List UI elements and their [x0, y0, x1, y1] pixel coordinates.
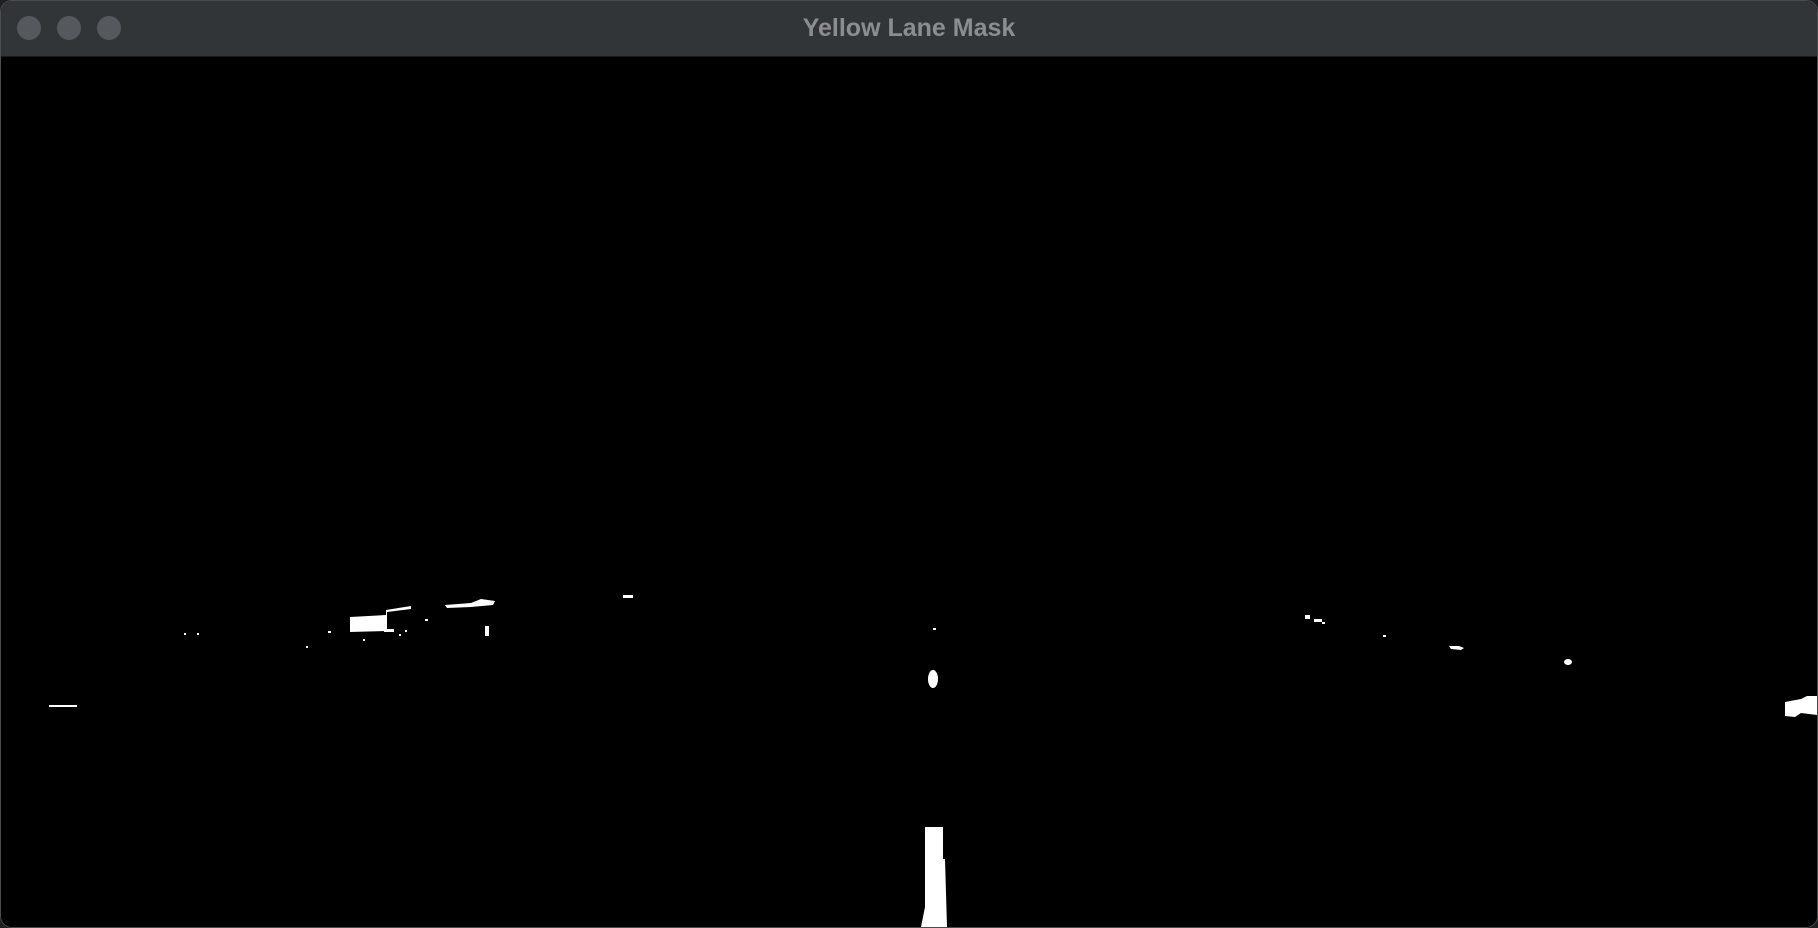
mask-blob	[1305, 615, 1310, 619]
mask-blob	[405, 630, 407, 632]
mask-blob	[485, 626, 489, 636]
mask-blob	[184, 633, 186, 635]
mask-blob	[399, 634, 401, 636]
mask-blob	[623, 595, 633, 598]
mask-image-svg	[1, 57, 1817, 927]
window-title: Yellow Lane Mask	[802, 14, 1016, 42]
mask-blob	[928, 670, 938, 688]
mask-blob	[328, 631, 331, 633]
mask-blob	[1564, 659, 1572, 665]
mask-blob	[384, 629, 394, 632]
mask-blob	[1314, 619, 1322, 622]
mask-blob	[933, 628, 936, 630]
mask-blob	[1322, 622, 1325, 624]
app-window: Yellow Lane Mask	[0, 0, 1818, 928]
mask-blob	[363, 639, 365, 641]
mask-blob	[425, 619, 428, 621]
mask-blob	[1383, 635, 1386, 637]
mask-image	[1, 57, 1817, 927]
mask-blob	[197, 633, 199, 635]
mask-blob	[306, 646, 308, 648]
title-bar[interactable]: Yellow Lane Mask	[1, 1, 1817, 57]
mask-blob	[49, 705, 77, 707]
